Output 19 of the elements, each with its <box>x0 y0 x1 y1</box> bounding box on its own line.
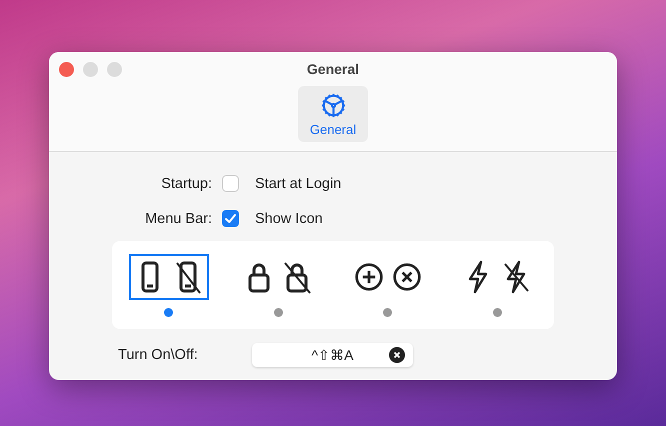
radio-dot[interactable] <box>164 308 174 316</box>
radio-dot[interactable] <box>492 308 502 316</box>
shortcut-field[interactable]: ^⇧⌘A <box>252 342 413 366</box>
radio-dot[interactable] <box>383 308 392 316</box>
checkbox[interactable] <box>222 210 239 227</box>
shortcut-label: Turn On\Off: <box>118 346 199 362</box>
toolbar-tab[interactable]: General <box>298 86 368 142</box>
checkbox-label: Show Icon <box>255 210 323 226</box>
option-label: Startup: <box>160 176 212 192</box>
window-title: General <box>306 61 360 77</box>
gear-icon <box>320 92 346 118</box>
option-label: Menu Bar: <box>144 210 212 226</box>
checkbox-label: Start at Login <box>255 176 342 192</box>
icon-style-option[interactable] <box>128 254 209 300</box>
clear-icon[interactable] <box>389 346 405 362</box>
lock-crossed-icon <box>282 260 312 294</box>
radio-dot[interactable] <box>274 308 283 316</box>
close-button[interactable] <box>59 62 74 77</box>
checkbox[interactable] <box>222 175 239 192</box>
